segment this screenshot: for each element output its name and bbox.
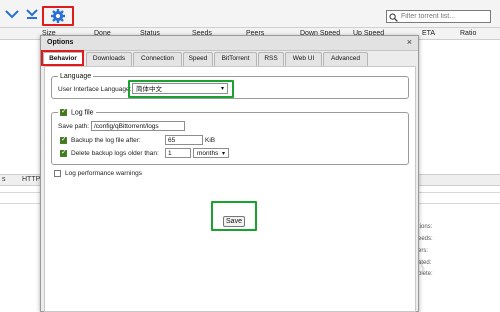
language-label: User Interface Language: [58,86,132,93]
top-toolbar [0,0,500,28]
delete-age-input[interactable]: 1 [165,148,191,158]
options-tabs: Behavior Downloads Connection Speed BitT… [41,50,418,66]
tab-rss[interactable]: RSS [258,52,284,66]
dialog-titlebar[interactable]: Options × [41,36,418,51]
backup-size-input[interactable]: 65 [165,135,203,145]
log-file-legend: Log file [58,107,96,117]
search-icon [389,13,398,22]
backup-log-checkbox[interactable] [60,135,67,144]
details-label: eeds: [418,236,433,242]
details-tab-http[interactable]: HTTP [22,176,40,183]
details-tab-partial[interactable]: s [2,176,6,183]
tab-webui[interactable]: Web UI [285,52,322,66]
perf-warnings-label: Log performance warnings [65,170,142,177]
delete-unit-value: months [197,150,219,157]
save-button[interactable]: Save [223,216,245,227]
close-icon[interactable]: × [407,37,412,47]
delete-backup-label: Delete backup logs older than: [71,150,159,157]
search-box[interactable] [386,10,491,23]
chevron-down-underline-icon[interactable] [24,6,40,22]
details-label: tions: [418,224,433,230]
save-path-label: Save path: [58,123,90,130]
search-input[interactable] [401,11,481,22]
tab-speed[interactable]: Speed [183,52,213,66]
log-file-label: Log file [70,109,94,117]
behavior-panel: Language User Interface Language: 简体中文 ▾… [44,66,416,312]
backup-unit-label: KiB [205,137,216,144]
dialog-title: Options [47,39,74,46]
options-dialog: Options × Behavior Downloads Connection … [40,35,419,312]
language-select[interactable]: 简体中文 ▾ [132,83,228,94]
log-file-checkbox[interactable] [60,107,67,116]
perf-warnings-checkbox[interactable] [54,170,61,177]
tab-bittorrent[interactable]: BitTorrent [214,52,257,66]
tab-connection[interactable]: Connection [133,52,182,66]
save-path-input[interactable]: /config/qBittorrent/logs [91,121,185,131]
tab-downloads[interactable]: Downloads [86,52,132,66]
gear-icon[interactable] [50,8,66,24]
backup-log-label: Backup the log file after: [71,137,141,144]
tab-advanced[interactable]: Advanced [323,52,368,66]
chevron-down-icon[interactable] [4,6,20,22]
delete-backup-checkbox[interactable] [60,148,67,157]
language-value: 简体中文 [136,86,162,93]
col-ratio[interactable]: Ratio [460,30,476,37]
col-eta[interactable]: ETA [422,30,435,37]
chevron-down-icon: ▾ [220,86,224,92]
tab-highlight [41,50,84,66]
chevron-down-icon: ▾ [221,151,225,157]
delete-unit-select[interactable]: months ▾ [193,148,229,158]
language-legend: Language [60,73,92,80]
